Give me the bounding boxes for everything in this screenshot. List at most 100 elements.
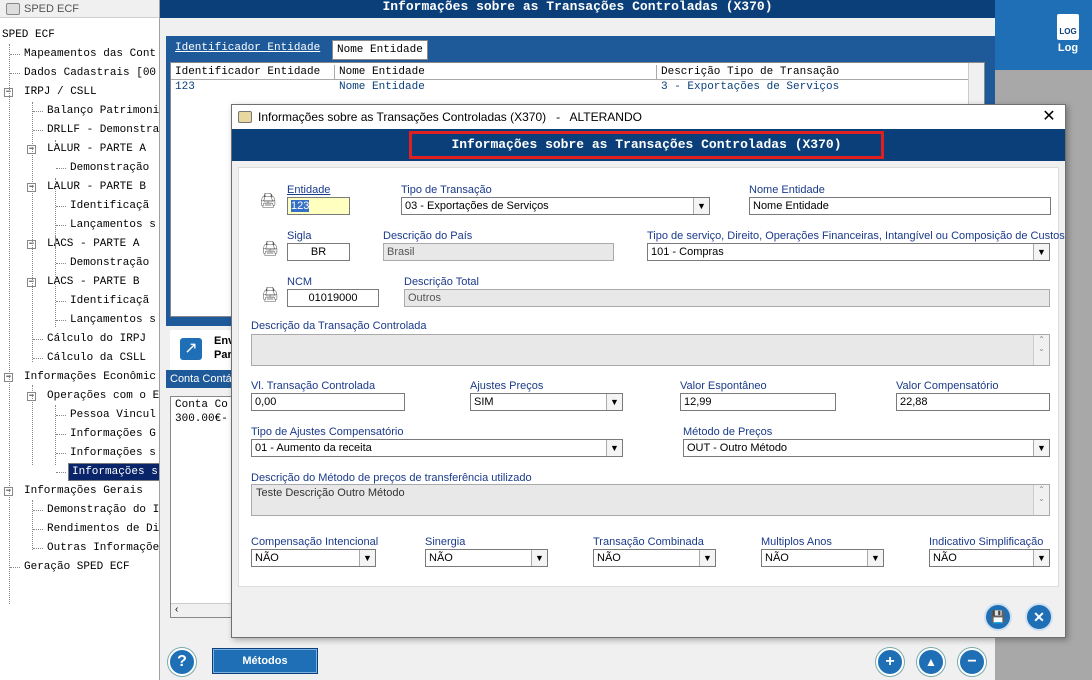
grid-header-id[interactable]: Identificador Entidade: [171, 65, 335, 79]
ncm-field[interactable]: 01019000: [287, 289, 379, 307]
tree-connector: [33, 111, 43, 112]
edit-dialog: Informações sobre as Transações Controla…: [231, 104, 1066, 638]
tree-node[interactable]: Informações Econômic: [22, 368, 158, 386]
tree-connector: [10, 73, 20, 74]
grid-header-descricao[interactable]: Descrição Tipo de Transação: [657, 65, 967, 79]
valor-espontaneo-field[interactable]: 12,99: [680, 393, 836, 411]
tree-connector: [56, 434, 66, 435]
tree-connector: [33, 130, 43, 131]
tree-node[interactable]: Identificaçã: [68, 197, 151, 215]
up-button[interactable]: ▲: [917, 648, 945, 676]
tipo-servico-value: 101 - Compras: [651, 246, 724, 258]
tree-node[interactable]: SPED ECF: [0, 26, 57, 44]
tree-node[interactable]: Informações Gerais: [22, 482, 145, 500]
tree-node[interactable]: Pessoa Vincul: [68, 406, 158, 424]
tree-node[interactable]: Cálculo da CSLL: [45, 349, 148, 367]
lookup-icon[interactable]: 🖨: [261, 286, 279, 302]
tree-node[interactable]: LALUR - PARTE B: [45, 178, 148, 196]
save-button[interactable]: 💾: [984, 603, 1012, 631]
multiplos-anos-select[interactable]: NÃO ▼: [761, 549, 884, 567]
grid-cell-nome[interactable]: Nome Entidade: [335, 80, 425, 94]
conta-horizontal-scrollbar[interactable]: ‹: [171, 603, 231, 617]
textarea-scrollbar[interactable]: ⌃ ⌄: [1033, 335, 1049, 365]
tree-guide-line: [55, 272, 56, 327]
nome-entidade-field[interactable]: Nome Entidade: [749, 197, 1051, 215]
tree-node[interactable]: LACS - PARTE A: [45, 235, 141, 253]
navigation-tree: SPED ECF SPED ECF Mapeamentos das Cont Dad…: [0, 0, 160, 680]
tab-identificador-entidade[interactable]: Identificador Entidade: [170, 38, 326, 58]
chevron-down-icon: ▼: [531, 550, 547, 566]
tree-node[interactable]: Informações G: [68, 425, 158, 443]
chevron-down-icon: ▼: [1033, 440, 1049, 456]
compensacao-select[interactable]: NÃO ▼: [251, 549, 376, 567]
sigla-label: Sigla: [287, 230, 312, 242]
tree-node[interactable]: Geração SPED ECF: [22, 558, 132, 576]
close-icon[interactable]: ✕: [1039, 107, 1059, 127]
help-button[interactable]: ?: [168, 648, 196, 676]
tree-node[interactable]: Rendimentos de Di: [45, 520, 159, 538]
tree-node[interactable]: Cálculo do IRPJ: [45, 330, 148, 348]
tree-node[interactable]: Operações com o E: [45, 387, 159, 405]
tree-node[interactable]: Demonstração: [68, 159, 151, 177]
tree-node[interactable]: LALUR - PARTE A: [45, 140, 148, 158]
remove-button[interactable]: −: [958, 648, 986, 676]
grid-header-nome[interactable]: Nome Entidade: [335, 65, 657, 79]
tipo-servico-label: Tipo de serviço, Direito, Operações Fina…: [647, 230, 1065, 242]
textarea-scrollbar[interactable]: ⌃ ⌄: [1033, 485, 1049, 515]
tree-node[interactable]: LACS - PARTE B: [45, 273, 141, 291]
tree-node[interactable]: DRLLF - Demonstra: [45, 121, 159, 139]
tipo-transacao-select[interactable]: 03 - Exportações de Serviços ▼: [401, 197, 710, 215]
conta-tab[interactable]: Conta Contá: [166, 370, 236, 388]
conta-grid-header[interactable]: Conta Co: [175, 399, 228, 411]
tree-node[interactable]: Lançamentos s: [68, 216, 158, 234]
add-button[interactable]: +: [876, 648, 904, 676]
tree-node[interactable]: Lançamentos s: [68, 311, 158, 329]
tab-nome-entidade[interactable]: Nome Entidade: [332, 40, 428, 60]
tree-node[interactable]: Dados Cadastrais [00: [22, 64, 158, 82]
grid-cell-id[interactable]: 123: [171, 80, 195, 94]
metodo-precos-select[interactable]: OUT - Outro Método ▼: [683, 439, 1050, 457]
tree-connector: [56, 320, 66, 321]
lookup-icon[interactable]: 🖨: [261, 240, 279, 256]
transacao-combinada-select[interactable]: NÃO ▼: [593, 549, 716, 567]
descricao-metodo-textarea[interactable]: Teste Descrição Outro Método ⌃ ⌄: [251, 484, 1050, 516]
tree-node[interactable]: Balanço Patrimoni: [45, 102, 159, 120]
grid-cell-descricao[interactable]: 3 - Exportações de Serviços: [657, 80, 839, 94]
lookup-icon[interactable]: 🖨: [259, 192, 277, 208]
tree-connector: [33, 339, 43, 340]
cancel-button[interactable]: ✕: [1025, 603, 1053, 631]
tree-node[interactable]: Demonstração do I: [45, 501, 159, 519]
descricao-transacao-textarea[interactable]: ⌃ ⌄: [251, 334, 1050, 366]
tree-node[interactable]: Informações s: [68, 463, 159, 481]
sinergia-select[interactable]: NÃO ▼: [425, 549, 548, 567]
tree-node[interactable]: IRPJ / CSLL: [22, 83, 99, 101]
tree-title-bar: SPED ECF: [0, 0, 159, 18]
tree-node[interactable]: Mapeamentos das Cont: [22, 45, 158, 63]
tree-guide-line: [32, 102, 33, 362]
tipo-ajustes-select[interactable]: 01 - Aumento da receita ▼: [251, 439, 623, 457]
tree-node[interactable]: Outras Informaçõe: [45, 539, 159, 557]
metodos-button[interactable]: Métodos: [212, 648, 318, 674]
vl-transacao-label: Vl. Transação Controlada: [251, 380, 376, 392]
indicativo-value: NÃO: [933, 552, 957, 564]
log-button[interactable]: LOG Log: [1050, 14, 1086, 54]
app-icon: [6, 2, 20, 15]
ajustes-precos-select[interactable]: SIM ▼: [470, 393, 623, 411]
indicativo-select[interactable]: NÃO ▼: [929, 549, 1050, 567]
chevron-down-icon: ▼: [1033, 550, 1049, 566]
tree-node[interactable]: Identificaçã: [68, 292, 151, 310]
entidade-field[interactable]: 123: [287, 197, 350, 215]
conta-grid-value[interactable]: 300.00€-: [175, 413, 228, 425]
sigla-field[interactable]: BR: [287, 243, 350, 261]
tree-node[interactable]: Informações s: [68, 444, 158, 462]
tipo-servico-select[interactable]: 101 - Compras ▼: [647, 243, 1050, 261]
valor-compensatorio-field[interactable]: 22,88: [896, 393, 1050, 411]
multiplos-anos-value: NÃO: [765, 552, 789, 564]
arrow-icon: ↗: [180, 338, 202, 360]
dialog-footer: 💾 ✕: [232, 591, 1065, 637]
tree-node[interactable]: Demonstração: [68, 254, 151, 272]
descricao-pais-label: Descrição do País: [383, 230, 473, 242]
descricao-metodo-label: Descrição do Método de preços de transfe…: [251, 472, 532, 484]
tipo-ajustes-label: Tipo de Ajustes Compensatório: [251, 426, 404, 438]
vl-transacao-field[interactable]: 0,00: [251, 393, 405, 411]
